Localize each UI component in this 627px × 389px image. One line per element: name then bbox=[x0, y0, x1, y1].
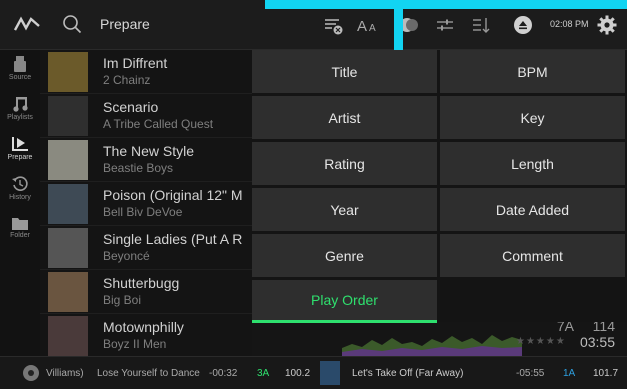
album-art bbox=[48, 316, 88, 356]
album-art bbox=[48, 272, 88, 312]
sidebar-item-playlists[interactable]: Playlists bbox=[0, 92, 40, 130]
track-row[interactable]: The New Style Beastie Boys bbox=[40, 138, 252, 182]
track-artist: Beyoncé bbox=[103, 249, 150, 263]
sort-option-genre[interactable]: Genre bbox=[252, 234, 437, 277]
track-artist: Bell Biv DeVoe bbox=[103, 205, 183, 219]
sort-menu: Title BPM Artist Key Rating Length Year Date Ad… bbox=[252, 50, 627, 323]
track-title: The New Style bbox=[103, 143, 195, 159]
clock: 02:08 PM bbox=[550, 19, 589, 29]
sort-option-length[interactable]: Length bbox=[440, 142, 625, 185]
sort-icon[interactable] bbox=[470, 14, 492, 36]
sidebar-item-label: Source bbox=[8, 74, 32, 81]
album-art bbox=[48, 52, 88, 92]
deck-disc-icon bbox=[23, 365, 39, 381]
page-title: Prepare bbox=[100, 16, 150, 32]
sort-option-artist[interactable]: Artist bbox=[252, 96, 437, 139]
sort-option-bpm[interactable]: BPM bbox=[440, 50, 625, 93]
left-deck-time: -00:32 bbox=[209, 368, 238, 379]
sidebar-item-source[interactable]: Source bbox=[0, 52, 40, 90]
right-deck-bpm: 101.7 bbox=[593, 368, 619, 379]
left-deck-title: Lose Yourself to Dance bbox=[97, 368, 200, 379]
track-artist: Big Boi bbox=[103, 293, 142, 307]
track-artist: Beastie Boys bbox=[103, 161, 174, 175]
album-art bbox=[48, 228, 88, 268]
right-deck-title: Let's Take Off (Far Away) bbox=[352, 368, 464, 379]
sort-option-title[interactable]: Title bbox=[252, 50, 437, 93]
sort-option-year[interactable]: Year bbox=[252, 188, 437, 231]
prepare-icon bbox=[12, 137, 28, 151]
sort-option-key[interactable]: Key bbox=[440, 96, 625, 139]
album-art bbox=[48, 140, 88, 180]
left-deck-artist: Villiams) bbox=[46, 368, 84, 379]
track-title: Scenario bbox=[103, 99, 159, 115]
clear-filter-icon[interactable] bbox=[322, 14, 344, 36]
svg-text:A: A bbox=[369, 23, 376, 34]
right-deck-key: 1A bbox=[563, 368, 576, 379]
sidebar-item-folder[interactable]: Folder bbox=[0, 212, 40, 250]
app-logo-icon[interactable] bbox=[14, 16, 40, 32]
callout-stem bbox=[394, 9, 403, 51]
track-artist: A Tribe Called Quest bbox=[103, 117, 214, 131]
usb-drive-icon bbox=[14, 56, 26, 72]
text-size-icon[interactable]: A A bbox=[356, 14, 382, 36]
deck-strip: Villiams) Lose Yourself to Dance -00:32 … bbox=[0, 356, 627, 389]
track-row[interactable]: Im Diffrent 2 Chainz bbox=[40, 50, 252, 94]
right-deck-time: -05:55 bbox=[516, 368, 545, 379]
track-row[interactable]: Poison (Original 12" M Bell Biv DeVoe bbox=[40, 182, 252, 226]
track-title: Single Ladies (Put A R bbox=[103, 231, 243, 247]
right-deck-art bbox=[320, 361, 340, 385]
album-art bbox=[48, 96, 88, 136]
adjust-icon[interactable] bbox=[434, 14, 456, 36]
track-title: Im Diffrent bbox=[103, 55, 168, 71]
sidebar-item-prepare[interactable]: Prepare bbox=[0, 132, 40, 170]
svg-text:A: A bbox=[357, 18, 367, 35]
sidebar-item-label: Prepare bbox=[7, 154, 33, 161]
track-artist: 2 Chainz bbox=[103, 73, 151, 87]
sidebar-item-label: Folder bbox=[10, 232, 30, 239]
left-deck-key: 3A bbox=[257, 368, 270, 379]
history-icon bbox=[12, 176, 28, 191]
track-row[interactable]: Motownphilly Boyz II Men bbox=[40, 314, 252, 358]
music-note-icon bbox=[13, 97, 28, 112]
eject-icon[interactable] bbox=[512, 14, 534, 36]
track-title: Poison (Original 12" M bbox=[103, 187, 243, 203]
folder-icon bbox=[12, 218, 28, 230]
track-title: Shutterbugg bbox=[103, 275, 180, 291]
track-row[interactable]: Single Ladies (Put A R Beyoncé bbox=[40, 226, 252, 270]
album-art bbox=[48, 184, 88, 224]
sidebar-item-history[interactable]: History bbox=[0, 172, 40, 210]
sidebar: Source Playlists Prepare History Folder bbox=[0, 50, 40, 356]
sort-option-play-order[interactable]: Play Order bbox=[252, 280, 437, 323]
sidebar-item-label: History bbox=[9, 194, 31, 201]
track-title: Motownphilly bbox=[103, 319, 184, 335]
sidebar-item-label: Playlists bbox=[7, 114, 33, 121]
gear-icon[interactable] bbox=[596, 14, 618, 36]
waveform-graphic bbox=[342, 335, 522, 356]
sort-option-comment[interactable]: Comment bbox=[440, 234, 625, 277]
track-artist: Boyz II Men bbox=[103, 337, 167, 351]
track-row[interactable]: Shutterbugg Big Boi bbox=[40, 270, 252, 314]
track-list: Im Diffrent 2 Chainz Scenario A Tribe Calle… bbox=[40, 50, 252, 358]
rating-stars[interactable]: ★★★★★ bbox=[516, 336, 566, 347]
left-deck-bpm: 100.2 bbox=[285, 368, 311, 379]
track-row[interactable]: Scenario A Tribe Called Quest bbox=[40, 94, 252, 138]
length-value: 03:55 bbox=[579, 334, 615, 350]
search-icon[interactable] bbox=[62, 14, 82, 34]
sort-option-rating[interactable]: Rating bbox=[252, 142, 437, 185]
sort-option-date-added[interactable]: Date Added bbox=[440, 188, 625, 231]
callout-bar bbox=[265, 0, 627, 9]
